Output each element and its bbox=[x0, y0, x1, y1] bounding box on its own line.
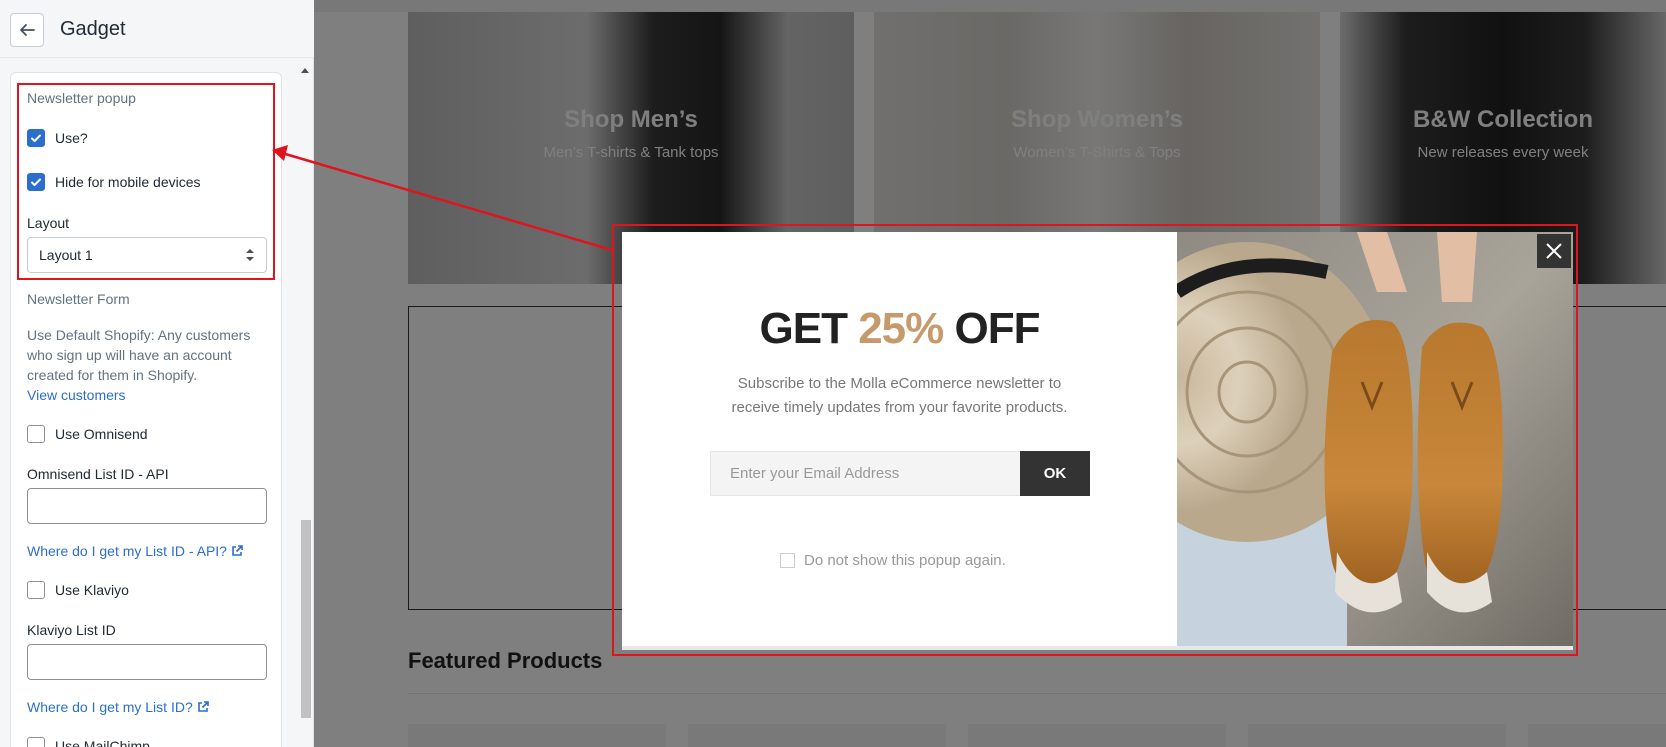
use-klaviyo-label: Use Klaviyo bbox=[55, 582, 129, 598]
klaviyo-list-input[interactable] bbox=[27, 644, 267, 680]
annotation-arrow-icon bbox=[272, 145, 613, 252]
use-omnisend-checkbox[interactable]: Use Omnisend bbox=[27, 425, 148, 443]
highlight-box-popup bbox=[612, 224, 1578, 656]
use-omnisend-label: Use Omnisend bbox=[55, 426, 148, 442]
shopify-help-text: Use Default Shopify: Any customers who s… bbox=[27, 325, 267, 405]
klaviyo-list-label: Klaviyo List ID bbox=[27, 622, 116, 638]
omnisend-list-label: Omnisend List ID - API bbox=[27, 466, 169, 482]
omnisend-list-input[interactable] bbox=[27, 488, 267, 524]
use-mailchimp-checkbox[interactable]: Use MailChimp bbox=[27, 737, 150, 747]
external-link-icon bbox=[232, 545, 243, 556]
checkbox-unchecked[interactable] bbox=[27, 581, 45, 599]
checkbox-unchecked[interactable] bbox=[27, 737, 45, 747]
omnisend-help-link[interactable]: Where do I get my List ID - API? bbox=[27, 543, 243, 559]
panel-title: Gadget bbox=[60, 18, 126, 40]
view-customers-link[interactable]: View customers bbox=[27, 387, 126, 403]
highlight-box-settings bbox=[17, 83, 275, 280]
shopify-help-desc: Use Default Shopify: Any customers who s… bbox=[27, 327, 251, 383]
klaviyo-help-link-text[interactable]: Where do I get my List ID? bbox=[27, 699, 193, 715]
back-button[interactable] bbox=[10, 13, 44, 47]
newsletter-form-heading: Newsletter Form bbox=[27, 291, 130, 307]
external-link-icon bbox=[197, 701, 209, 712]
editor-topbar: Gadget bbox=[0, 0, 314, 58]
checkbox-unchecked[interactable] bbox=[27, 425, 45, 443]
scroll-thumb[interactable] bbox=[301, 520, 311, 718]
scroll-up-arrow-icon[interactable] bbox=[301, 68, 309, 73]
arrow-left-icon bbox=[20, 24, 35, 36]
klaviyo-help-link[interactable]: Where do I get my List ID? bbox=[27, 699, 209, 715]
use-klaviyo-checkbox[interactable]: Use Klaviyo bbox=[27, 581, 129, 599]
omnisend-help-link-text[interactable]: Where do I get my List ID - API? bbox=[27, 543, 227, 559]
use-mailchimp-label: Use MailChimp bbox=[55, 738, 150, 747]
